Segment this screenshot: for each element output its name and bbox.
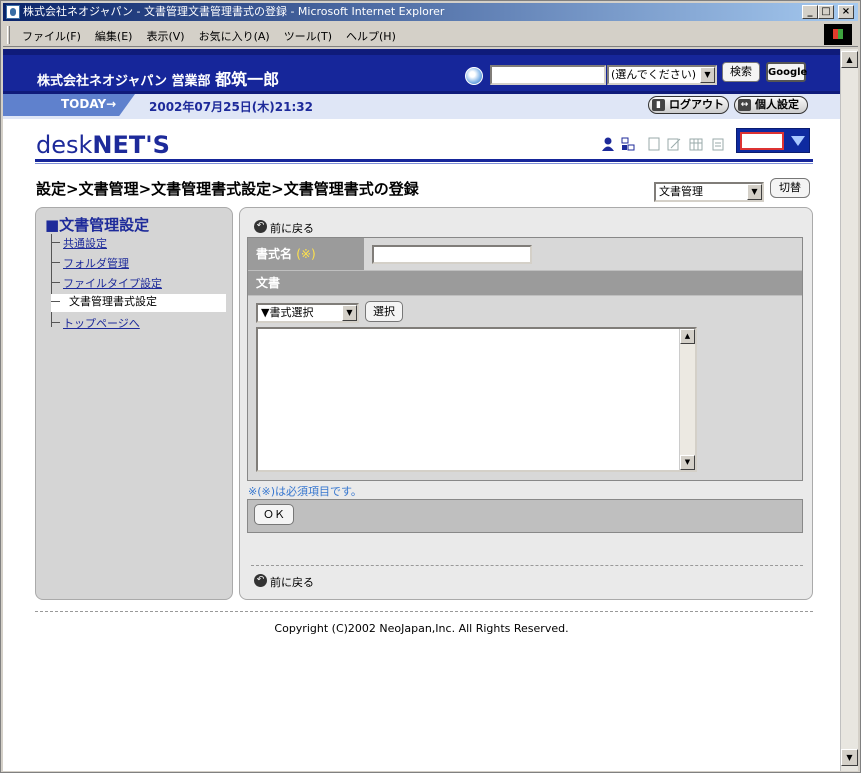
module-select[interactable]: 文書管理 ▼ <box>654 182 764 202</box>
palette-preview <box>740 132 784 150</box>
ok-button[interactable]: ＯＫ <box>254 504 294 525</box>
calendar-icon[interactable] <box>689 137 703 151</box>
menu-file[interactable]: ファイル(F) <box>15 28 88 44</box>
search-target-select[interactable]: (選んでください) ▼ <box>607 65 717 85</box>
logout-button[interactable]: ▮ ログアウト <box>648 96 729 114</box>
breadcrumb: 設定>文書管理>文書管理書式設定>文書管理書式の登録 <box>36 180 419 198</box>
document-cell: ▼書式選択 ▼ 選択 ▲ ▼ <box>248 296 802 480</box>
browser-window: 株式会社ネオジャパン - 文書管理文書管理書式の登録 - Microsoft I… <box>0 0 861 773</box>
logout-label: ログアウト <box>669 98 724 111</box>
scroll-up-icon[interactable]: ▲ <box>680 329 695 344</box>
format-name-text: 書式名 <box>256 247 293 261</box>
toolbar-grip <box>7 26 10 44</box>
document-textarea[interactable]: ▲ ▼ <box>256 327 697 472</box>
copyright: Copyright (C)2002 NeoJapan,Inc. All Righ… <box>274 622 569 635</box>
logo-part-a: desk <box>36 131 93 159</box>
format-name-cell <box>364 238 802 270</box>
minimize-button[interactable]: _ <box>802 5 818 19</box>
menu-help[interactable]: ヘルプ(H) <box>339 28 403 44</box>
search-icon <box>465 67 483 85</box>
search-input[interactable] <box>490 65 606 85</box>
back-label: 前に戻る <box>270 576 314 589</box>
search-button[interactable]: 検索 <box>722 62 760 82</box>
settings-sidebar: ■文書管理設定 共通設定 フォルダ管理 ファイルタイプ設定 文書管理書式設定 ト… <box>35 207 233 600</box>
ie-icon <box>6 5 20 19</box>
textarea-scrollbar[interactable]: ▲ ▼ <box>679 329 695 470</box>
personal-settings-label: 個人設定 <box>755 98 799 111</box>
menu-edit[interactable]: 編集(E) <box>88 28 140 44</box>
desknets-logo: deskNET'S <box>36 131 170 159</box>
chevron-down-icon: ▼ <box>747 184 762 200</box>
triangle-down-icon <box>791 136 805 146</box>
ok-area: ＯＫ <box>247 499 803 533</box>
phone-icon[interactable] <box>647 137 661 151</box>
scroll-up-icon[interactable]: ▲ <box>841 51 858 68</box>
format-select[interactable]: ▼書式選択 ▼ <box>256 303 359 323</box>
sidebar-item-toppage[interactable]: トップページへ <box>51 315 140 331</box>
today-tab: TODAY→ <box>3 94 135 116</box>
org-chart-icon[interactable] <box>621 137 635 151</box>
back-arrow-icon: ↶ <box>254 574 267 587</box>
user-icon[interactable] <box>601 137 615 151</box>
header-rule-light <box>35 163 813 164</box>
user-name: 都筑一郎 <box>215 70 280 89</box>
footer-divider <box>35 611 813 612</box>
windows-logo-icon <box>824 24 852 45</box>
door-icon: ▮ <box>652 99 665 111</box>
window-title: 株式会社ネオジャパン - 文書管理文書管理書式の登録 - Microsoft I… <box>23 5 445 18</box>
format-name-label: 書式名 (※) <box>248 238 364 270</box>
format-form: 書式名 (※) 文書 ▼書式選択 ▼ 選択 ▲ ▼ <box>247 237 803 481</box>
palette-switcher[interactable] <box>736 128 810 153</box>
chevron-down-icon: ▼ <box>342 305 357 321</box>
back-label: 前に戻る <box>270 222 314 235</box>
required-mark: (※) <box>296 247 316 261</box>
switch-button[interactable]: 切替 <box>770 178 810 198</box>
back-link-bottom[interactable]: ↶ 前に戻る <box>254 574 314 590</box>
scroll-down-icon[interactable]: ▼ <box>680 455 695 470</box>
google-button[interactable]: Google <box>766 62 807 82</box>
divider <box>251 565 803 566</box>
document-label: 文書 <box>248 271 802 295</box>
back-arrow-icon: ↶ <box>254 220 267 233</box>
module-select-value: 文書管理 <box>659 185 703 198</box>
today-label: TODAY→ <box>61 97 117 111</box>
search-target-value: (選んでください) <box>611 68 697 81</box>
chevron-down-icon: ▼ <box>700 67 715 83</box>
required-note: ※(※)は必須項目です。 <box>248 485 362 498</box>
page-viewport: 株式会社ネオジャパン 営業部 都筑一郎 (選んでください) ▼ 検索 Googl… <box>3 49 840 771</box>
title-bar: 株式会社ネオジャパン - 文書管理文書管理書式の登録 - Microsoft I… <box>3 3 858 21</box>
current-datetime: 2002年07月25日(木)21:32 <box>149 100 313 114</box>
menu-bar: ファイル(F) 編集(E) 表示(V) お気に入り(A) ツール(T) ヘルプ(… <box>3 23 858 47</box>
menu-favorites[interactable]: お気に入り(A) <box>192 28 277 44</box>
select-button[interactable]: 選択 <box>365 301 403 322</box>
logo-part-b: NET'S <box>92 131 170 159</box>
scroll-down-icon[interactable]: ▼ <box>841 749 858 766</box>
sidebar-item-filetype[interactable]: ファイルタイプ設定 <box>51 275 162 291</box>
menu-view[interactable]: 表示(V) <box>139 28 191 44</box>
maximize-button[interactable]: □ <box>818 5 834 19</box>
sidebar-item-common[interactable]: 共通設定 <box>51 235 107 251</box>
document-icon[interactable] <box>711 137 725 151</box>
arrows-icon: ↔ <box>738 99 751 111</box>
sidebar-title: ■文書管理設定 <box>45 216 150 234</box>
user-info: 株式会社ネオジャパン 営業部 都筑一郎 <box>37 66 279 90</box>
header-rule <box>35 159 813 162</box>
today-bar: TODAY→ 2002年07月25日(木)21:32 ▮ ログアウト ↔ 個人設… <box>3 91 840 119</box>
sidebar-item-format: 文書管理書式設定 <box>51 294 226 312</box>
close-button[interactable]: × <box>838 5 854 19</box>
menu-tools[interactable]: ツール(T) <box>277 28 339 44</box>
format-select-value: ▼書式選択 <box>261 306 314 319</box>
back-link-top[interactable]: ↶ 前に戻る <box>254 220 314 236</box>
page-scrollbar[interactable]: ▲ ▼ <box>840 49 858 771</box>
company-dept: 株式会社ネオジャパン 営業部 <box>37 74 211 89</box>
memo-icon[interactable] <box>667 137 681 151</box>
sidebar-item-folder[interactable]: フォルダ管理 <box>51 255 129 271</box>
personal-settings-button[interactable]: ↔ 個人設定 <box>734 96 808 114</box>
format-name-input[interactable] <box>372 245 532 264</box>
